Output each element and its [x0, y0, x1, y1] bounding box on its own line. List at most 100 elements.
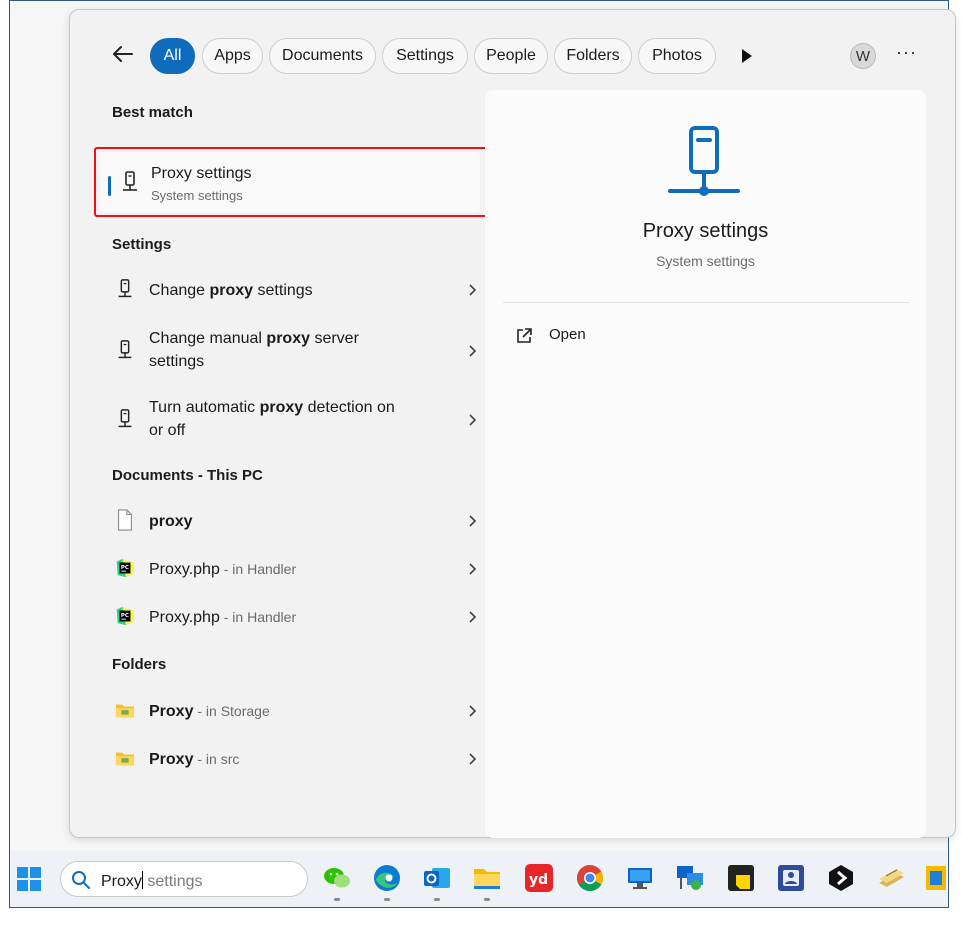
settings-item-label: Turn automatic proxy detection on or off — [149, 396, 395, 442]
play-more-icon[interactable] — [739, 47, 755, 65]
label-match: proxy — [259, 399, 304, 416]
phpstorm-icon: PC — [116, 558, 135, 578]
file-icon[interactable] — [924, 863, 946, 893]
label-match: Proxy — [149, 751, 194, 768]
proxy-settings-icon — [118, 340, 132, 359]
document-item-label: Proxy.php - in Handler — [149, 606, 296, 629]
folders-heading: Folders — [112, 656, 167, 673]
file-explorer-icon[interactable] — [472, 863, 502, 893]
running-indicator — [434, 898, 440, 901]
folder-icon — [115, 704, 135, 718]
teams-icon[interactable] — [776, 863, 806, 893]
running-indicator — [384, 898, 390, 901]
edge-icon[interactable] — [372, 863, 402, 893]
open-external-icon — [517, 328, 532, 343]
selection-indicator — [108, 176, 111, 196]
chevron-right-icon — [469, 515, 477, 527]
best-match-title: Proxy settings — [151, 165, 252, 182]
sticky-notes-icon[interactable] — [726, 863, 756, 893]
wechat-icon[interactable] — [322, 863, 352, 893]
folder-result-item[interactable]: Proxy - in src — [105, 738, 477, 778]
filter-bar: All Apps Documents Settings People Folde… — [70, 10, 955, 90]
preview-title: Proxy settings — [642, 220, 769, 242]
label-text: server — [310, 330, 359, 347]
settings-item-label: Change proxy settings — [149, 279, 313, 302]
document-item-label: proxy — [149, 510, 193, 533]
remote-desktop-icon[interactable] — [625, 863, 655, 893]
label-text: Turn automatic — [149, 399, 260, 416]
running-indicator — [334, 898, 340, 901]
search-input[interactable]: Proxy settings — [101, 871, 203, 891]
user-avatar[interactable]: W — [850, 43, 876, 69]
proxy-large-icon — [668, 126, 740, 196]
best-match-item[interactable]: Proxy settings System settings — [100, 152, 480, 212]
chevron-right-icon — [469, 414, 477, 426]
chrome-icon[interactable] — [575, 863, 605, 893]
proxy-settings-icon — [118, 279, 132, 298]
phpstorm-icon: PC — [116, 606, 135, 626]
chevron-right-icon — [469, 611, 477, 623]
location-text: - in src — [193, 751, 240, 767]
more-options-button[interactable]: ··· — [896, 42, 917, 63]
best-match-subtitle: System settings — [151, 188, 243, 203]
filter-apps[interactable]: Apps — [202, 38, 263, 74]
label-text: detection on — [303, 399, 395, 416]
location-text: - in Handler — [219, 561, 297, 577]
filter-folders[interactable]: Folders — [554, 38, 632, 74]
document-result-item[interactable]: PC Proxy.php - in Handler — [105, 596, 477, 636]
folder-icon — [115, 752, 135, 766]
filter-all[interactable]: All — [150, 38, 195, 74]
filter-photos[interactable]: Photos — [638, 38, 716, 74]
filter-documents[interactable]: Documents — [269, 38, 376, 74]
label-text: Change manual — [149, 330, 267, 347]
label-match: Proxy — [149, 703, 194, 720]
taskbar-search-box[interactable]: Proxy settings — [60, 861, 308, 897]
preview-subtitle: System settings — [656, 253, 755, 269]
document-result-item[interactable]: proxy — [105, 500, 477, 540]
label-match: Proxy.php — [149, 561, 220, 578]
proxy-settings-icon — [123, 171, 137, 191]
settings-result-item[interactable]: Turn automatic proxy detection on or off — [105, 395, 477, 445]
chevron-right-icon — [469, 284, 477, 296]
chevron-right-icon — [469, 705, 477, 717]
running-indicator — [484, 898, 490, 901]
filter-people[interactable]: People — [474, 38, 548, 74]
folder-result-item[interactable]: Proxy - in Storage — [105, 690, 477, 730]
label-match: Proxy.php — [149, 609, 220, 626]
back-arrow-icon[interactable] — [110, 41, 136, 67]
chevron-right-icon — [469, 563, 477, 575]
windows-start-icon[interactable] — [16, 866, 42, 892]
label-text: settings — [149, 353, 205, 370]
documents-heading: Documents - This PC — [112, 467, 263, 484]
filter-settings[interactable]: Settings — [382, 38, 468, 74]
preview-pane: Proxy settings System settings Open — [485, 90, 926, 838]
best-match-highlight: Proxy settings System settings — [94, 147, 491, 217]
search-typed-text: Proxy — [101, 873, 142, 890]
settings-result-item[interactable]: Change proxy settings — [105, 270, 477, 310]
taskbar: Proxy settings yd — [10, 851, 947, 907]
results-list: Best match Proxy settings System setting… — [70, 90, 491, 830]
start-search-panel: All Apps Documents Settings People Folde… — [69, 9, 956, 838]
label-match: proxy — [149, 513, 193, 530]
folder-item-label: Proxy - in src — [149, 748, 239, 771]
preview-divider — [503, 302, 909, 303]
youdao-icon[interactable]: yd — [524, 863, 554, 893]
label-text: Change — [149, 282, 210, 299]
settings-result-item[interactable]: Change manual proxy server settings — [105, 326, 477, 376]
best-match-heading: Best match — [112, 104, 193, 121]
outlook-icon[interactable] — [422, 863, 452, 893]
screen-frame: All Apps Documents Settings People Folde… — [9, 0, 956, 908]
open-label: Open — [549, 326, 586, 343]
notepad-icon[interactable] — [876, 863, 906, 893]
search-suggestion-text: settings — [142, 873, 203, 890]
svg-text:yd: yd — [529, 872, 548, 888]
label-text: or off — [149, 422, 186, 439]
svg-text:PC: PC — [121, 613, 129, 619]
app-icon[interactable] — [826, 863, 856, 893]
location-text: - in Handler — [219, 609, 297, 625]
document-file-icon — [118, 509, 132, 531]
document-result-item[interactable]: PC Proxy.php - in Handler — [105, 548, 477, 588]
network-icon[interactable] — [675, 863, 705, 893]
settings-item-label: Change manual proxy server settings — [149, 327, 359, 373]
document-item-label: Proxy.php - in Handler — [149, 558, 296, 581]
